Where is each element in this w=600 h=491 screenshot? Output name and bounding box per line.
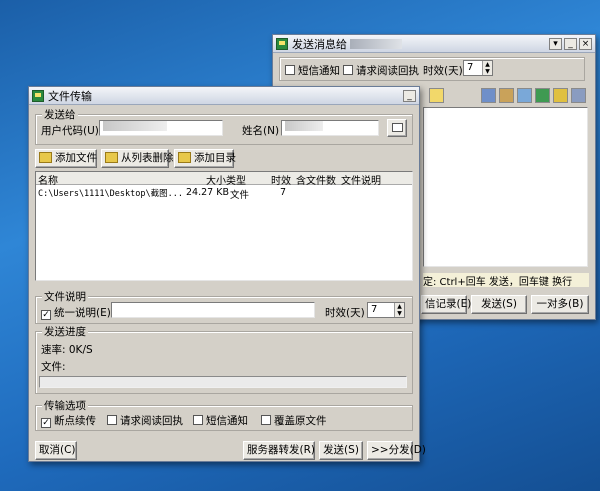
transfer-rate: 速率: 0K/S: [41, 344, 93, 356]
column-name[interactable]: 名称: [38, 172, 58, 187]
add-directory-button[interactable]: 添加目录: [174, 149, 236, 168]
table-row[interactable]: C:\Users\1111\Desktop\截图... 24.27 KB 文件 …: [36, 187, 412, 201]
user-code-input[interactable]: [99, 120, 223, 136]
address-book-button[interactable]: [387, 119, 407, 137]
transfer-options-legend: 传输选项: [42, 398, 88, 413]
row-file-type: 文件: [230, 190, 250, 201]
row-file-timeout: 7: [280, 187, 287, 198]
overwrite-file-checkbox[interactable]: 覆盖原文件: [261, 413, 327, 428]
unified-description-checkbox[interactable]: ✓ 统一说明(E): [41, 305, 111, 320]
file-transfer-title: 文件传输: [48, 89, 92, 103]
image-icon[interactable]: [535, 88, 550, 103]
name-input[interactable]: [281, 120, 379, 136]
file-transfer-window: 文件传输 _ 发送给 用户代码(U) 姓名(N) 添加文件 从列表删除 添加目录…: [28, 86, 426, 462]
file-transfer-app-icon: [32, 89, 44, 102]
row-file-size: 24.27 KB: [186, 187, 229, 198]
close-button[interactable]: ×: [579, 37, 592, 50]
file-list[interactable]: 名称 大小 类型 时效 含文件数 文件说明 C:\Users\1111\Desk…: [35, 171, 413, 281]
message-send-button[interactable]: 发送(S): [471, 295, 527, 314]
description-input[interactable]: [111, 302, 315, 318]
send-shortcut-hint: 定: Ctrl+回车 发送，回车键 换行: [423, 273, 589, 287]
remove-from-list-button[interactable]: 从列表删除: [101, 149, 174, 168]
one-to-many-button[interactable]: 一对多(B): [531, 295, 589, 314]
recipient-name-redacted: [350, 38, 402, 49]
request-receipt-checkbox[interactable]: 请求阅读回执: [107, 413, 183, 428]
face-icon[interactable]: [553, 88, 568, 103]
message-body-input[interactable]: [423, 107, 588, 267]
file-timeout-spinner[interactable]: 7 ▲ ▼: [367, 302, 405, 318]
column-timeout[interactable]: 时效: [271, 172, 291, 187]
file-transfer-titlebar[interactable]: 文件传输 _: [29, 87, 419, 105]
add-file-button[interactable]: 添加文件: [35, 149, 97, 168]
dropdown-icon[interactable]: ▾: [549, 37, 562, 50]
msg-timeout-spinner[interactable]: 7 ▲ ▼: [463, 60, 493, 76]
name-label: 姓名(N): [242, 125, 280, 137]
progress-bar: [39, 376, 407, 388]
cancel-button[interactable]: 取消(C): [35, 441, 77, 460]
minimize-button[interactable]: _: [564, 37, 577, 50]
read-receipt-checkbox[interactable]: 请求阅读回执: [343, 63, 419, 78]
link-icon[interactable]: [571, 88, 586, 103]
send-button[interactable]: 发送(S): [319, 441, 363, 460]
file-list-header: 名称 大小 类型 时效 含文件数 文件说明: [36, 172, 412, 187]
distribute-button[interactable]: >>分发(D): [367, 441, 426, 460]
message-window-titlebar[interactable]: 发送消息给 ▾ _ ×: [273, 35, 595, 53]
minimize-button[interactable]: _: [403, 89, 416, 102]
row-file-name: C:\Users\1111\Desktop\截图...: [38, 189, 183, 199]
window-icon[interactable]: [481, 88, 496, 103]
file-timeout-label: 时效(天): [325, 307, 365, 319]
brush-icon[interactable]: [517, 88, 532, 103]
send-progress-legend: 发送进度: [42, 324, 88, 339]
column-description[interactable]: 文件说明: [341, 172, 381, 187]
column-size[interactable]: 大小: [206, 172, 226, 187]
file-description-legend: 文件说明: [42, 289, 88, 304]
sms-notify-checkbox[interactable]: 短信通知: [285, 63, 340, 78]
add-file-icon: [39, 152, 52, 163]
remove-icon: [105, 152, 118, 163]
message-window-title: 发送消息给: [292, 37, 347, 51]
message-app-icon: [276, 37, 288, 50]
current-file-label: 文件:: [41, 361, 66, 373]
server-forward-button[interactable]: 服务器转发(R): [243, 441, 315, 460]
column-file-count[interactable]: 含文件数: [296, 172, 336, 187]
user-code-label: 用户代码(U): [41, 125, 99, 137]
resume-transfer-checkbox[interactable]: ✓ 断点续传: [41, 413, 96, 428]
add-folder-icon: [178, 152, 191, 163]
note-icon[interactable]: [429, 88, 444, 103]
sms-notify-option-checkbox[interactable]: 短信通知: [193, 413, 248, 428]
send-to-legend: 发送给: [42, 107, 78, 122]
pen-icon[interactable]: [499, 88, 514, 103]
msg-timeout-label: 时效(天): [423, 65, 463, 77]
message-records-button[interactable]: 信记录(E): [421, 295, 471, 314]
column-type[interactable]: 类型: [226, 172, 246, 187]
